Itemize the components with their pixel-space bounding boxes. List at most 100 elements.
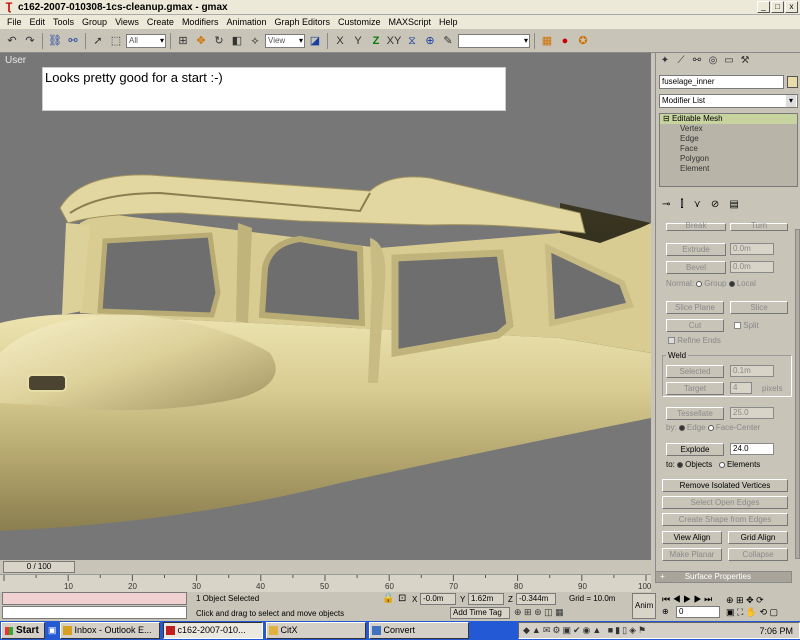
slice-plane-button[interactable]: Slice Plane	[666, 301, 724, 314]
tray-icons[interactable]: ◆▲✉⚙▣✔◉▲ ■▮▯◈⚑	[523, 625, 648, 636]
mirror-icon[interactable]: ⧖	[404, 33, 420, 49]
select-manipulate-icon[interactable]: ⟡	[247, 33, 263, 49]
tessellate-button[interactable]: Tessellate	[666, 407, 724, 420]
extrude-button[interactable]: Extrude	[666, 243, 726, 256]
minimize-button[interactable]: _	[757, 1, 770, 13]
align-icon[interactable]: ⊕	[422, 33, 438, 49]
track-bar[interactable]: 10 20 30 40 50 60 70 80 90 100	[0, 574, 651, 592]
create-shape-from-edges-button[interactable]: Create Shape from Edges	[662, 513, 788, 526]
display-tab-icon[interactable]: ▭	[722, 55, 736, 67]
show-end-result-icon[interactable]: ⫿	[680, 199, 683, 210]
select-object-icon[interactable]: ➚	[90, 33, 106, 49]
start-button[interactable]: Start	[1, 622, 45, 639]
remove-isolated-vertices-button[interactable]: Remove Isolated Vertices	[662, 479, 788, 492]
weld-selected-button[interactable]: Selected	[666, 365, 724, 378]
link-icon[interactable]: ⛓	[47, 33, 63, 49]
remove-modifier-icon[interactable]: ⊘	[711, 199, 719, 210]
viewport-label[interactable]: User	[5, 55, 26, 66]
menu-help[interactable]: Help	[435, 17, 462, 27]
taskbar-item-convert[interactable]: Convert	[368, 622, 469, 639]
restrict-xy-icon[interactable]: XY	[386, 33, 402, 49]
make-planar-button[interactable]: Make Planar	[662, 548, 722, 561]
redo-icon[interactable]: ↷	[22, 33, 38, 49]
weld-threshold-field[interactable]: 0.1m	[730, 365, 774, 377]
make-unique-icon[interactable]: ⋎	[694, 199, 701, 210]
create-tab-icon[interactable]: ✦	[658, 55, 672, 67]
restrict-y-icon[interactable]: Y	[350, 33, 366, 49]
maxscript-listener-mini[interactable]	[2, 592, 187, 605]
modifier-list-dropdown[interactable]: Modifier List	[659, 94, 798, 108]
explode-angle-field[interactable]: 24.0	[730, 443, 774, 455]
restrict-z-icon[interactable]: Z	[368, 33, 384, 49]
slice-button[interactable]: Slice	[730, 301, 788, 314]
menu-maxscript[interactable]: MAXScript	[385, 17, 436, 27]
menu-group[interactable]: Group	[78, 17, 111, 27]
pin-stack-icon[interactable]: ⊸	[662, 199, 670, 210]
select-region-icon[interactable]: ⬚	[108, 33, 124, 49]
add-time-tag-button[interactable]: Add Time Tag	[450, 607, 510, 619]
named-selection-icon[interactable]: ✎	[440, 33, 456, 49]
z-coordinate-field[interactable]: -0.344m	[516, 593, 556, 605]
maximize-button[interactable]: □	[771, 1, 784, 13]
refine-ends-checkbox-box[interactable]	[668, 337, 675, 345]
stack-item-vertex[interactable]: Vertex	[660, 124, 797, 134]
menu-modifiers[interactable]: Modifiers	[178, 17, 223, 27]
unlink-icon[interactable]: ⚯	[65, 33, 81, 49]
utilities-tab-icon[interactable]: ⚒	[738, 55, 752, 67]
stack-item-face[interactable]: Face	[660, 144, 797, 154]
key-mode-icon[interactable]: ⊕	[662, 607, 669, 616]
stack-item-edge[interactable]: Edge	[660, 134, 797, 144]
maxscript-input[interactable]	[2, 606, 187, 619]
animate-button[interactable]: Anim	[632, 593, 656, 619]
group-radio[interactable]	[696, 280, 703, 287]
quick-launch-icons[interactable]: ▣	[48, 625, 57, 636]
weld-target-button[interactable]: Target	[666, 382, 724, 395]
menu-create[interactable]: Create	[143, 17, 178, 27]
x-coordinate-field[interactable]: -0.0m	[420, 593, 456, 605]
pivot-center-icon[interactable]: ◪	[307, 33, 323, 49]
absolute-mode-icon[interactable]: ⊡	[398, 593, 406, 604]
weld-target-pixels-field[interactable]: 4	[730, 382, 752, 394]
cut-button[interactable]: Cut	[666, 319, 724, 332]
material-editor-icon[interactable]: ▦	[539, 33, 555, 49]
face-center-radio[interactable]	[707, 424, 714, 431]
explode-button[interactable]: Explode	[666, 443, 724, 456]
named-selection-sets-dropdown[interactable]	[458, 33, 530, 48]
select-open-edges-button[interactable]: Select Open Edges	[662, 496, 788, 509]
undo-icon[interactable]: ↶	[4, 33, 20, 49]
viewport-nav-icons[interactable]: ▣ ⛶ ✋ ⟲ ▢	[726, 607, 778, 618]
split-checkbox-box[interactable]	[734, 322, 741, 330]
playback-controls[interactable]: ⏮ ◀ ▶ ▶ ⏭	[662, 594, 712, 605]
select-by-name-icon[interactable]: ⊞	[175, 33, 191, 49]
elements-radio[interactable]	[718, 461, 725, 468]
stack-item-element[interactable]: Element	[660, 164, 797, 174]
split-checkbox[interactable]: Split	[734, 321, 759, 330]
stack-item-editable-mesh[interactable]: ⊟ Editable Mesh	[660, 114, 797, 124]
restrict-x-icon[interactable]: X	[332, 33, 348, 49]
motion-tab-icon[interactable]: ◎	[706, 55, 720, 67]
objects-radio[interactable]	[677, 461, 684, 468]
menu-customize[interactable]: Customize	[334, 17, 385, 27]
turn-button[interactable]: Turn	[730, 222, 788, 231]
menu-graph-editors[interactable]: Graph Editors	[270, 17, 334, 27]
hierarchy-tab-icon[interactable]: ⚯	[690, 55, 704, 67]
bevel-amount-field[interactable]: 0.0m	[730, 261, 774, 273]
collapse-button[interactable]: Collapse	[728, 548, 788, 561]
render-scene-icon[interactable]: ●	[557, 33, 573, 49]
grid-align-button[interactable]: Grid Align	[728, 531, 788, 544]
menu-animation[interactable]: Animation	[222, 17, 270, 27]
modify-tab-icon[interactable]: ⟋	[674, 55, 688, 67]
close-button[interactable]: x	[785, 1, 798, 13]
viewport-user[interactable]: User Looks pretty good for a start :-)	[0, 53, 651, 560]
menu-edit[interactable]: Edit	[26, 17, 50, 27]
menu-tools[interactable]: Tools	[49, 17, 78, 27]
current-frame-field[interactable]: 0	[676, 606, 720, 618]
select-and-rotate-icon[interactable]: ↻	[211, 33, 227, 49]
object-name-field[interactable]: fuselage_inner	[659, 75, 784, 89]
expand-icon[interactable]: ⊟	[663, 114, 672, 123]
surface-properties-rollout[interactable]: + Surface Properties	[655, 571, 792, 583]
taskbar-item-gmax[interactable]: c162-2007-010...	[162, 622, 263, 639]
command-panel-scrollbar[interactable]	[795, 229, 800, 559]
select-and-move-icon[interactable]: ✥	[193, 33, 209, 49]
break-button[interactable]: Break	[666, 222, 726, 231]
